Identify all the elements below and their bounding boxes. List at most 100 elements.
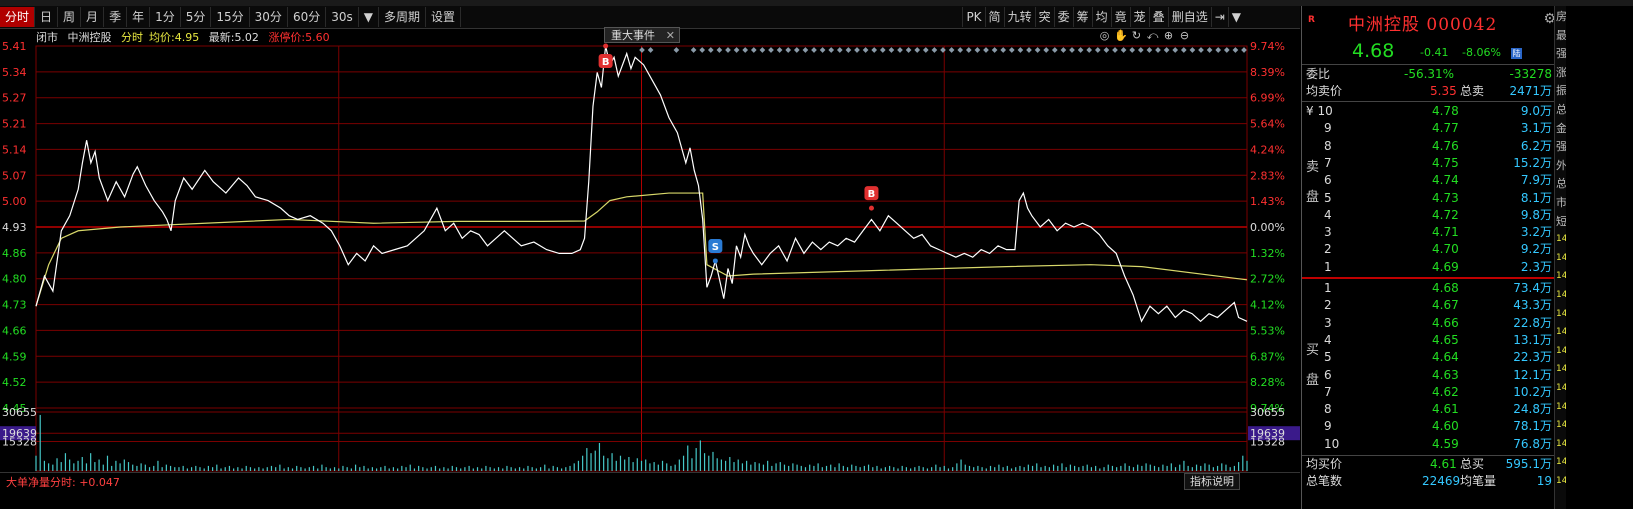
y-tick-right: 4.24% <box>1250 143 1285 156</box>
toolbar-tool-button[interactable]: ▼ <box>1227 7 1244 27</box>
period-button[interactable]: 日 <box>35 7 59 27</box>
trade-mark-label: S <box>712 242 719 253</box>
period-button[interactable]: ▼ <box>359 7 379 27</box>
event-marker <box>931 47 938 53</box>
volume-tick-left: 30655 <box>2 406 37 419</box>
y-tick-right: 4.12% <box>1250 299 1285 312</box>
indicator-footer: 大单净量分时: +0.047 指标说明 <box>0 472 1300 490</box>
ask-row[interactable]: 9 4.77 3.1万 <box>1302 119 1554 137</box>
level-label: 6 <box>1324 367 1332 382</box>
bid-row[interactable]: 5 4.64 22.3万 <box>1302 348 1554 366</box>
toolbar-tool-button[interactable]: 简 <box>984 7 1004 27</box>
y-tick-left: 4.59 <box>2 350 27 363</box>
level-label: 3 <box>1324 225 1332 240</box>
indicator-help-button[interactable]: 指标说明 <box>1184 473 1240 490</box>
toolbar-tool-button[interactable]: 叠 <box>1148 7 1168 27</box>
event-marker <box>811 47 817 53</box>
level-price: 4.70 <box>1432 242 1459 257</box>
ask-row[interactable]: 5 4.73 8.1万 <box>1302 189 1554 207</box>
level-price: 4.61 <box>1432 402 1459 417</box>
level-label: 8 <box>1324 138 1332 153</box>
y-tick-left: 4.80 <box>2 273 27 286</box>
ask-row[interactable]: 4 4.72 9.8万 <box>1302 206 1554 224</box>
period-button[interactable]: 月 <box>81 7 105 27</box>
bid-row[interactable]: 10 4.59 76.8万 <box>1302 435 1554 453</box>
level-label: 1 <box>1324 281 1332 295</box>
event-marker <box>1189 47 1196 53</box>
period-button[interactable]: 多周期 <box>379 7 426 27</box>
bid-row[interactable]: 3 4.66 22.8万 <box>1302 314 1554 332</box>
intraday-chart[interactable]: 5.41 9.74% 5.34 8.39% 5.27 6.99% 5.21 5.64% 5.14… <box>0 28 1300 472</box>
y-tick-right: 8.28% <box>1250 376 1285 389</box>
ask-row[interactable]: 7 4.75 15.2万 <box>1302 154 1554 172</box>
event-marker <box>639 47 645 53</box>
event-marker <box>1146 47 1153 53</box>
event-marker <box>948 47 955 53</box>
y-tick-right: 9.74% <box>1250 40 1285 53</box>
y-tick-right: 1.43% <box>1250 195 1285 208</box>
toolbar-tool-button[interactable]: 均 <box>1091 7 1111 27</box>
level-price: 4.68 <box>1432 281 1459 295</box>
period-button[interactable]: 60分 <box>288 7 327 27</box>
period-button[interactable]: 设置 <box>426 7 462 27</box>
event-marker <box>905 47 912 53</box>
ask-row[interactable]: 2 4.70 9.2万 <box>1302 240 1554 258</box>
period-button[interactable]: 分时 <box>0 7 36 27</box>
bid-row[interactable]: 7 4.62 10.2万 <box>1302 383 1554 401</box>
period-button[interactable]: 5分 <box>181 7 212 27</box>
level-volume: 15.2万 <box>1513 155 1552 170</box>
bid-row[interactable]: 1 4.68 73.4万 <box>1302 279 1554 297</box>
bid-row[interactable]: 2 4.67 43.3万 <box>1302 296 1554 314</box>
period-button[interactable]: 季 <box>104 7 128 27</box>
event-marker <box>725 47 731 53</box>
event-marker <box>1008 47 1015 53</box>
period-button[interactable]: 15分 <box>211 7 250 27</box>
level-volume: 3.1万 <box>1520 121 1552 136</box>
bid-row[interactable]: 6 4.63 12.1万 <box>1302 366 1554 384</box>
event-marker <box>768 47 774 53</box>
ask-row[interactable]: 1 4.69 2.3万 <box>1302 258 1554 276</box>
toolbar-tool-button[interactable]: 突 <box>1034 7 1054 27</box>
event-marker <box>707 47 714 53</box>
avg-sell-label: 均卖价 <box>1306 84 1343 98</box>
y-tick-right: 8.39% <box>1250 66 1285 79</box>
bid-row[interactable]: 8 4.61 24.8万 <box>1302 400 1554 418</box>
level-volume: 73.4万 <box>1513 281 1552 295</box>
event-marker <box>854 47 860 53</box>
event-marker <box>1215 47 1222 53</box>
event-marker <box>922 47 929 53</box>
event-marker <box>716 47 723 53</box>
event-marker <box>1034 47 1041 53</box>
period-button[interactable]: 1分 <box>150 7 181 27</box>
toolbar-tool-button[interactable]: 委 <box>1053 7 1073 27</box>
ask-row[interactable]: 6 4.74 7.9万 <box>1302 171 1554 189</box>
ask-row[interactable]: 8 4.76 6.2万 <box>1302 137 1554 155</box>
toolbar-tool-button[interactable]: ⇥ <box>1210 7 1228 27</box>
period-button[interactable]: 年 <box>127 7 151 27</box>
toolbar-tool-button[interactable]: 九转 <box>1003 7 1035 27</box>
ask-row[interactable]: ¥ 10 4.78 9.0万 <box>1302 102 1554 120</box>
toolbar-tool-button[interactable]: PK <box>962 7 984 27</box>
trade-mark-label: B <box>602 57 610 68</box>
rating-logo-icon: R <box>1308 15 1315 25</box>
toolbar-tool-button[interactable]: 筹 <box>1072 7 1092 27</box>
event-marker <box>879 47 886 53</box>
level-volume: 43.3万 <box>1513 298 1552 313</box>
level-label: 1 <box>1324 259 1332 274</box>
order-ratio-diff: -33278 <box>1509 67 1552 81</box>
bid-row[interactable]: 9 4.60 78.1万 <box>1302 417 1554 435</box>
bid-row[interactable]: 4 4.65 13.1万 <box>1302 331 1554 349</box>
level-label: 4 <box>1324 332 1332 347</box>
order-ratio-label: 委比 <box>1306 67 1331 81</box>
toolbar-tool-button[interactable]: 竟 <box>1110 7 1130 27</box>
toolbar-tool-button[interactable]: 茏 <box>1129 7 1149 27</box>
period-button[interactable]: 30s <box>326 7 359 27</box>
y-tick-right: 0.00% <box>1250 221 1285 234</box>
event-marker <box>1000 47 1007 53</box>
period-button[interactable]: 周 <box>58 7 82 27</box>
ask-row[interactable]: 3 4.71 3.2万 <box>1302 223 1554 241</box>
toolbar-tool-button[interactable]: 删自选 <box>1167 7 1211 27</box>
period-button[interactable]: 30分 <box>250 7 288 27</box>
y-tick-right: 1.32% <box>1250 247 1285 260</box>
event-marker <box>1026 47 1032 53</box>
